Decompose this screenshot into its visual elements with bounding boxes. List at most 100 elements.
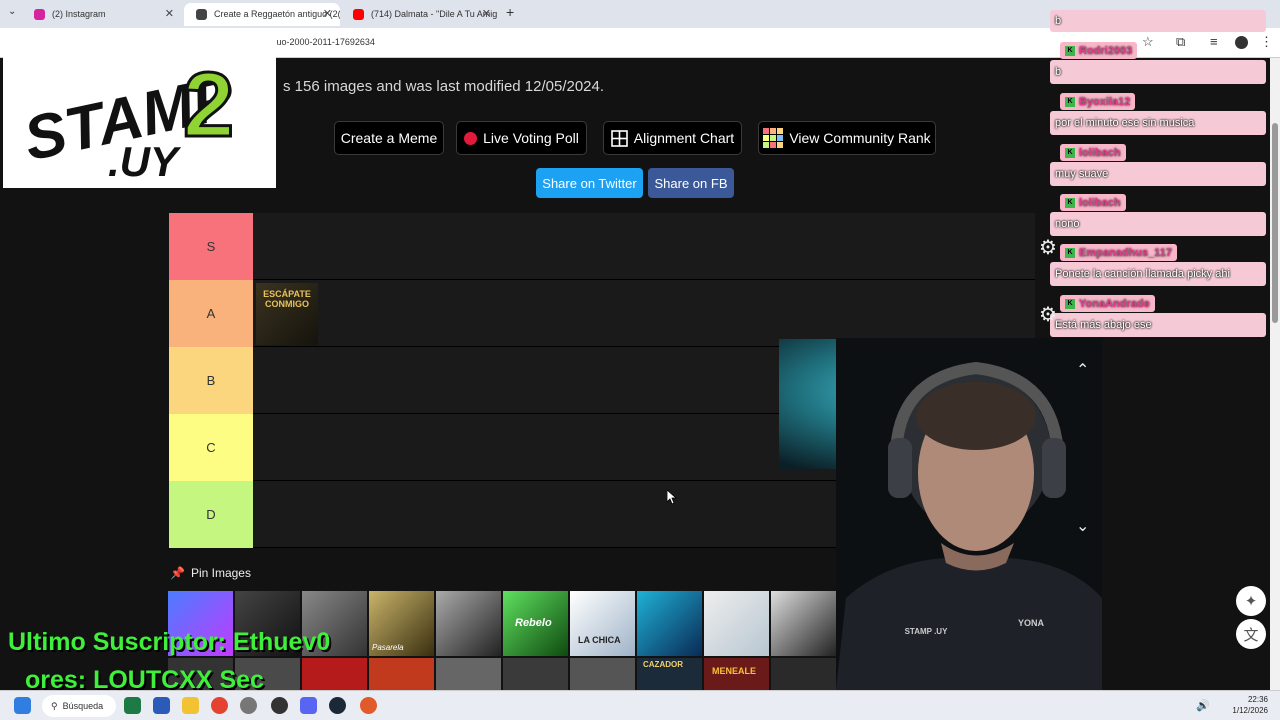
red-dot-icon	[464, 131, 478, 145]
mouse-cursor-icon	[667, 490, 677, 505]
streamer-webcam-image: YONA STAMP .UY	[836, 338, 1102, 690]
chat-message: Está más abajo ese	[1050, 313, 1266, 337]
tier-label[interactable]: S	[169, 213, 253, 280]
album-thumb[interactable]	[704, 591, 769, 656]
tier-row-s: S	[169, 213, 1035, 280]
last-subscriber-ticker: Ultimo Suscriptor: Ethuev0	[8, 628, 331, 656]
youtube-icon	[353, 9, 364, 20]
taskbar-search-label: Búsqueda	[62, 701, 104, 711]
tab-title: (714) Dalmata - "Dile A Tu Amig	[371, 9, 498, 19]
create-meme-button[interactable]: Create a Meme	[334, 121, 444, 155]
tier-label[interactable]: B	[169, 347, 253, 414]
obs-icon[interactable]	[271, 697, 288, 714]
clock-time: 22:36	[1247, 695, 1268, 704]
page-scrollbar[interactable]	[1270, 58, 1280, 690]
kick-badge-icon: K	[1065, 247, 1075, 258]
chevron-up-icon: ⌃	[1076, 362, 1090, 379]
album-thumb[interactable]	[771, 591, 836, 656]
close-icon[interactable]: ✕	[482, 7, 491, 20]
media-app-icon[interactable]	[360, 697, 377, 714]
alignment-chart-button[interactable]: Alignment Chart	[603, 121, 742, 155]
stream-chat: b K Rodri2003 b K Byoxila12 por el minut…	[1040, 10, 1270, 350]
chat-username-text: YonaAndrade	[1079, 297, 1150, 310]
album-thumb-label: LA CHICA	[578, 635, 621, 645]
grid-icon	[610, 129, 628, 147]
translate-button[interactable]: 文	[1236, 619, 1266, 649]
chrome-icon[interactable]	[211, 697, 228, 714]
chat-username-text: lolibach	[1079, 196, 1121, 209]
chat-username-text: lolibach	[1079, 146, 1121, 159]
settings-icon[interactable]	[240, 697, 257, 714]
tab-youtube[interactable]: (714) Dalmata - "Dile A Tu Amig ✕	[341, 3, 499, 26]
scrollbar-thumb[interactable]	[1272, 123, 1278, 323]
clock-date: 1/12/2026	[1232, 706, 1268, 715]
album-thumb-label: CAZADOR	[643, 660, 683, 669]
album-thumb[interactable]: Rebelo	[503, 591, 568, 656]
kick-badge-icon: K	[1065, 197, 1075, 208]
album-thumb[interactable]: LA CHICA	[570, 591, 635, 656]
album-cover[interactable]: ESCÁPATE CONMIGO	[256, 283, 318, 345]
url-field[interactable]: ntiguo-2000-2011-17692634	[262, 37, 375, 47]
search-icon: ⚲	[51, 700, 58, 711]
chat-username: K YonaAndrade	[1060, 295, 1155, 312]
album-thumb[interactable]: Pasarela	[369, 591, 434, 656]
chat-username-text: Byoxila12	[1079, 95, 1131, 108]
tier-label[interactable]: D	[169, 481, 253, 548]
taskbar-clock[interactable]: 22:36 1/12/2026	[1232, 694, 1268, 716]
pin-images-header: 📌 Pin Images	[170, 566, 251, 580]
button-label: View Community Rank	[789, 130, 931, 146]
steam-icon[interactable]	[329, 697, 346, 714]
kick-badge-icon: K	[1065, 45, 1075, 56]
windows-taskbar: ⚲ Búsqueda 🔊 22:36 1/12/2026	[0, 690, 1280, 720]
album-thumb[interactable]	[637, 591, 702, 656]
chat-username-text: Empanadhus_117	[1079, 246, 1172, 259]
gear-icon: ⚙	[1039, 237, 1057, 259]
new-tab-button[interactable]: +	[506, 4, 514, 20]
tier-items[interactable]: ESCÁPATE CONMIGO	[253, 280, 1035, 347]
chat-message: b	[1050, 60, 1266, 84]
button-label: Create a Meme	[340, 130, 438, 146]
view-community-rank-button[interactable]: View Community Rank	[758, 121, 936, 155]
kick-badge-icon: K	[1065, 298, 1075, 309]
volume-icon[interactable]: 🔊	[1196, 699, 1210, 712]
tab-title: Create a Reggaetón antiguo (2(	[214, 9, 340, 19]
close-icon[interactable]: ✕	[323, 7, 332, 20]
gear-icon: ⚙	[1039, 304, 1057, 326]
button-label: Alignment Chart	[633, 130, 735, 146]
live-voting-poll-button[interactable]: Live Voting Poll	[456, 121, 587, 155]
tier-label[interactable]: C	[169, 414, 253, 481]
pin-icon: 📌	[170, 566, 185, 580]
webcam-logo-text: YONA	[1018, 618, 1045, 628]
chat-username-text: Rodri2003	[1079, 44, 1133, 57]
button-label: Live Voting Poll	[483, 130, 579, 146]
sparkle-ai-button[interactable]: ✦	[1236, 586, 1266, 616]
svg-text:2: 2	[183, 54, 234, 156]
tierlist-description: s 156 images and was last modified 12/05…	[283, 78, 605, 95]
tier-label[interactable]: A	[169, 280, 253, 347]
tab-list-icon[interactable]: ⌄	[8, 6, 16, 17]
share-fb-button[interactable]: Share on FB	[648, 168, 734, 198]
tab-instagram[interactable]: (2) Instagram ✕	[22, 3, 182, 26]
album-thumb-label: MENEALE	[712, 666, 757, 676]
webcam-feed: YONA STAMP .UY ⌃ ⌄	[836, 338, 1102, 690]
chat-message: Ponete la canción llamada picky ahi	[1050, 262, 1266, 286]
tier-items[interactable]	[253, 213, 1035, 280]
chat-username: K Byoxila12	[1060, 93, 1136, 110]
excel-icon[interactable]	[124, 697, 141, 714]
word-icon[interactable]	[153, 697, 170, 714]
album-thumb-label: Pasarela	[372, 643, 404, 652]
file-explorer-icon[interactable]	[182, 697, 199, 714]
svg-text:.UY: .UY	[108, 138, 182, 185]
tab-tierlist[interactable]: Create a Reggaetón antiguo (2( ✕	[184, 3, 340, 26]
chat-username: K Empanadhus_117	[1060, 244, 1177, 261]
taskbar-search[interactable]: ⚲ Búsqueda	[42, 695, 116, 717]
discord-icon[interactable]	[300, 697, 317, 714]
windows-start-icon[interactable]	[14, 697, 31, 714]
share-twitter-button[interactable]: Share on Twitter	[536, 168, 643, 198]
kick-badge-icon: K	[1065, 147, 1075, 158]
chevron-down-icon: ⌄	[1076, 518, 1090, 535]
close-icon[interactable]: ✕	[165, 7, 174, 20]
chat-username: K lolibach	[1060, 194, 1126, 211]
chat-username: K Rodri2003	[1060, 42, 1138, 59]
album-thumb[interactable]	[436, 591, 501, 656]
